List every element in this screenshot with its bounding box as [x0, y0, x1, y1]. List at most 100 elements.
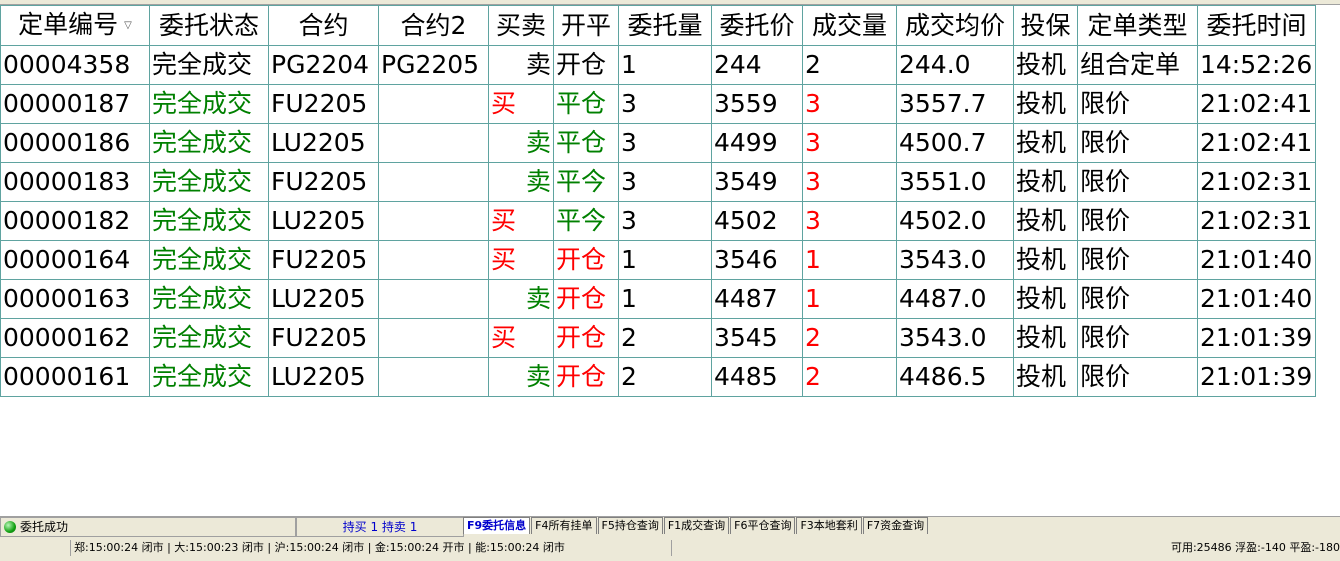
order-price-cell: 4502: [711, 201, 803, 241]
status-divider: [70, 540, 71, 556]
hedge-cell: 投机: [1013, 162, 1078, 202]
col-header-contract2[interactable]: 合约2: [378, 5, 489, 46]
order-id-cell: 00004358: [0, 45, 150, 85]
col-header-hedge[interactable]: 投保: [1013, 5, 1078, 46]
order-time-cell: 21:02:41: [1197, 84, 1316, 124]
order-grid-container[interactable]: 定单编号 ▽ 委托状态 合约 合约2 买卖 开平 委托量 委托价 成交量 成交均价…: [0, 5, 1340, 397]
tab-1[interactable]: F4所有挂单: [531, 517, 597, 534]
order-price-cell: 4485: [711, 357, 803, 397]
order-price-cell: 244: [711, 45, 803, 85]
order-type-cell: 限价: [1077, 201, 1198, 241]
tab-bar: F9委托信息 F4所有挂单 F5持仓查询 F1成交查询 F6平仓查询 F3本地套利 F7资金…: [463, 517, 929, 535]
col-header-order-id[interactable]: 定单编号 ▽: [0, 5, 150, 46]
table-row[interactable]: 00000161 完全成交 LU2205 卖开仓 2 4485 2 4486.5 投机 限价 21:…: [0, 357, 1316, 397]
sort-desc-icon[interactable]: ▽: [124, 20, 132, 31]
tab-2[interactable]: F5持仓查询: [597, 517, 663, 534]
order-type-cell: 限价: [1077, 240, 1198, 280]
side-cell: 卖: [488, 279, 554, 319]
side-cell: 买: [488, 84, 554, 124]
status-cell: 完全成交: [149, 84, 269, 124]
side-cell: 买: [488, 318, 554, 358]
contract2-cell: PG2205: [378, 45, 489, 85]
table-row[interactable]: 00000182 完全成交 LU2205 买平今 3 4502 3 4502.0 投机 限价 21:…: [0, 201, 1316, 241]
order-qty-cell: 1: [618, 279, 712, 319]
col-header-contract[interactable]: 合约: [268, 5, 379, 46]
status-message-box: 委托成功: [0, 517, 296, 537]
col-header-side[interactable]: 买卖: [488, 5, 554, 46]
side-cell: 卖: [488, 123, 554, 163]
status-cell: 完全成交: [149, 240, 269, 280]
status-cell: 完全成交: [149, 162, 269, 202]
order-type-cell: 限价: [1077, 162, 1198, 202]
contract-cell: FU2205: [268, 162, 379, 202]
order-qty-cell: 3: [618, 162, 712, 202]
contract2-cell: [378, 240, 489, 280]
avg-price-cell: 244.0: [896, 45, 1014, 85]
table-row[interactable]: 00000187 完全成交 FU2205 买平仓 3 3559 3 3557.7 投机 限价 21:…: [0, 84, 1316, 124]
avg-price-cell: 3551.0: [896, 162, 1014, 202]
order-id-cell: 00000164: [0, 240, 150, 280]
status-divider: [671, 540, 672, 556]
open-close-cell: 开仓: [553, 279, 619, 319]
order-price-cell: 4499: [711, 123, 803, 163]
hedge-cell: 投机: [1013, 318, 1078, 358]
contract-cell: LU2205: [268, 357, 379, 397]
side-cell: 卖: [488, 45, 554, 85]
order-qty-cell: 3: [618, 201, 712, 241]
open-close-cell: 开仓: [553, 318, 619, 358]
tab-0[interactable]: F9委托信息: [463, 517, 531, 534]
order-time-cell: 21:02:31: [1197, 162, 1316, 202]
table-row[interactable]: 00000183 完全成交 FU2205 卖平今 3 3549 3 3551.0 投机 限价 21:…: [0, 162, 1316, 202]
col-header-status[interactable]: 委托状态: [149, 5, 269, 46]
order-id-cell: 00000182: [0, 201, 150, 241]
side-cell: 买: [488, 201, 554, 241]
order-type-cell: 限价: [1077, 318, 1198, 358]
tab-3[interactable]: F1成交查询: [663, 517, 730, 534]
order-price-cell: 3545: [711, 318, 803, 358]
order-id-cell: 00000163: [0, 279, 150, 319]
order-type-cell: 组合定单: [1077, 45, 1198, 85]
col-header-order-qty[interactable]: 委托量: [618, 5, 712, 46]
filled-qty-cell: 1: [802, 279, 897, 319]
table-row[interactable]: 00000164 完全成交 FU2205 买开仓 1 3546 1 3543.0 投机 限价 21:…: [0, 240, 1316, 280]
order-id-cell: 00000187: [0, 84, 150, 124]
avg-price-cell: 3543.0: [896, 240, 1014, 280]
filled-qty-cell: 2: [802, 45, 897, 85]
col-header-open-close[interactable]: 开平: [553, 5, 619, 46]
status-cell: 完全成交: [149, 45, 269, 85]
col-header-avg-price[interactable]: 成交均价: [896, 5, 1014, 46]
avg-price-cell: 4500.7: [896, 123, 1014, 163]
filled-qty-cell: 3: [802, 123, 897, 163]
filled-qty-cell: 3: [802, 84, 897, 124]
open-close-cell: 平仓: [553, 123, 619, 163]
contract-cell: FU2205: [268, 84, 379, 124]
col-header-order-time[interactable]: 委托时间: [1197, 5, 1316, 46]
hedge-cell: 投机: [1013, 84, 1078, 124]
order-table: 定单编号 ▽ 委托状态 合约 合约2 买卖 开平 委托量 委托价 成交量 成交均价…: [0, 5, 1316, 397]
bottom-panel: 委托成功 持买 1 持卖 1 F9委托信息 F4所有挂单 F5持仓查询 F1成交查询 F…: [0, 516, 1340, 561]
exchange-status: 郑:15:00:24 闭市 | 大:15:00:23 闭市 | 沪:15:00:…: [74, 541, 565, 554]
order-type-cell: 限价: [1077, 84, 1198, 124]
table-header-row: 定单编号 ▽ 委托状态 合约 合约2 买卖 开平 委托量 委托价 成交量 成交均价…: [0, 5, 1316, 46]
col-header-filled-qty[interactable]: 成交量: [802, 5, 897, 46]
status-message: 委托成功: [20, 520, 69, 534]
holdings-summary: 持买 1 持卖 1: [296, 517, 464, 537]
hedge-cell: 投机: [1013, 45, 1078, 85]
side-cell: 卖: [488, 357, 554, 397]
order-qty-cell: 3: [618, 123, 712, 163]
tab-4[interactable]: F6平仓查询: [730, 517, 796, 534]
col-header-order-type[interactable]: 定单类型: [1077, 5, 1198, 46]
table-row[interactable]: 00004358 完全成交 PG2204 PG2205 卖开仓 1 244 2 244.0 投机组…: [0, 45, 1316, 85]
order-type-cell: 限价: [1077, 357, 1198, 397]
col-header-order-price[interactable]: 委托价: [711, 5, 803, 46]
open-close-cell: 平今: [553, 162, 619, 202]
avg-price-cell: 4486.5: [896, 357, 1014, 397]
table-row[interactable]: 00000163 完全成交 LU2205 卖开仓 1 4487 1 4487.0 投机 限价 21:…: [0, 279, 1316, 319]
table-row[interactable]: 00000162 完全成交 FU2205 买开仓 2 3545 2 3543.0 投机 限价 21:…: [0, 318, 1316, 358]
status-cell: 完全成交: [149, 123, 269, 163]
table-row[interactable]: 00000186 完全成交 LU2205 卖平仓 3 4499 3 4500.7 投机 限价 21:…: [0, 123, 1316, 163]
avg-price-cell: 3557.7: [896, 84, 1014, 124]
order-time-cell: 14:52:26: [1197, 45, 1316, 85]
tab-6[interactable]: F7资金查询: [862, 517, 929, 534]
tab-5[interactable]: F3本地套利: [796, 517, 862, 534]
